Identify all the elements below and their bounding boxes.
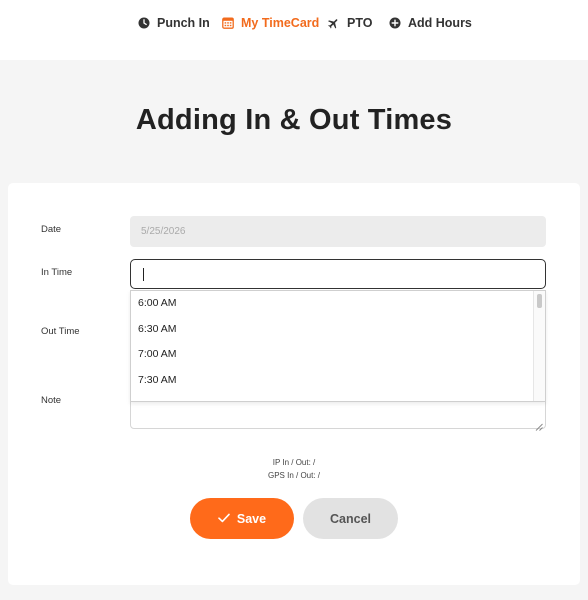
gps-info: GPS In / Out: / <box>267 471 321 480</box>
scroll-thumb[interactable] <box>537 294 542 308</box>
airplane-icon <box>327 17 340 30</box>
nav-my-timecard[interactable]: My TimeCard <box>222 14 319 32</box>
text-caret <box>143 268 144 281</box>
date-label: Date <box>41 224 62 235</box>
in-time-label: In Time <box>41 267 73 278</box>
resize-grip-icon[interactable] <box>535 418 543 431</box>
dropdown-scrollbar[interactable] <box>533 291 545 401</box>
ip-info: IP In / Out: / <box>272 458 316 467</box>
time-options-list: 6:00 AM 6:30 AM 7:00 AM 7:30 AM 8:00 AM <box>131 291 533 401</box>
nav-punch-in-label: Punch In <box>157 16 210 30</box>
in-time-input[interactable] <box>130 259 546 289</box>
page-title: Adding In & Out Times <box>135 104 453 136</box>
top-nav: Punch In My TimeCard PTO Add Hours <box>0 0 588 60</box>
date-input: 5/25/2026 <box>130 216 546 247</box>
time-option[interactable]: 8:00 AM <box>131 393 533 401</box>
time-option[interactable]: 7:30 AM <box>131 368 533 394</box>
time-option[interactable]: 6:30 AM <box>131 317 533 343</box>
clock-icon <box>138 17 150 29</box>
nav-punch-in[interactable]: Punch In <box>138 14 210 32</box>
plus-circle-icon <box>389 17 401 29</box>
time-option[interactable]: 7:00 AM <box>131 342 533 368</box>
save-label: Save <box>236 511 267 526</box>
calendar-icon <box>222 17 234 29</box>
nav-pto-label: PTO <box>347 16 373 30</box>
out-time-label: Out Time <box>41 326 80 337</box>
cancel-label: Cancel <box>330 511 371 526</box>
time-option[interactable]: 6:00 AM <box>131 291 533 317</box>
save-button[interactable]: Save <box>190 498 294 539</box>
note-label: Note <box>41 395 62 406</box>
nav-add-hours[interactable]: Add Hours <box>389 14 472 32</box>
cancel-button[interactable]: Cancel <box>303 498 398 539</box>
nav-my-timecard-label: My TimeCard <box>241 16 320 30</box>
nav-add-hours-label: Add Hours <box>408 16 472 30</box>
time-dropdown[interactable]: 6:00 AM 6:30 AM 7:00 AM 7:30 AM 8:00 AM <box>130 290 546 402</box>
nav-pto[interactable]: PTO <box>327 14 372 32</box>
checkmark-icon <box>218 512 230 526</box>
